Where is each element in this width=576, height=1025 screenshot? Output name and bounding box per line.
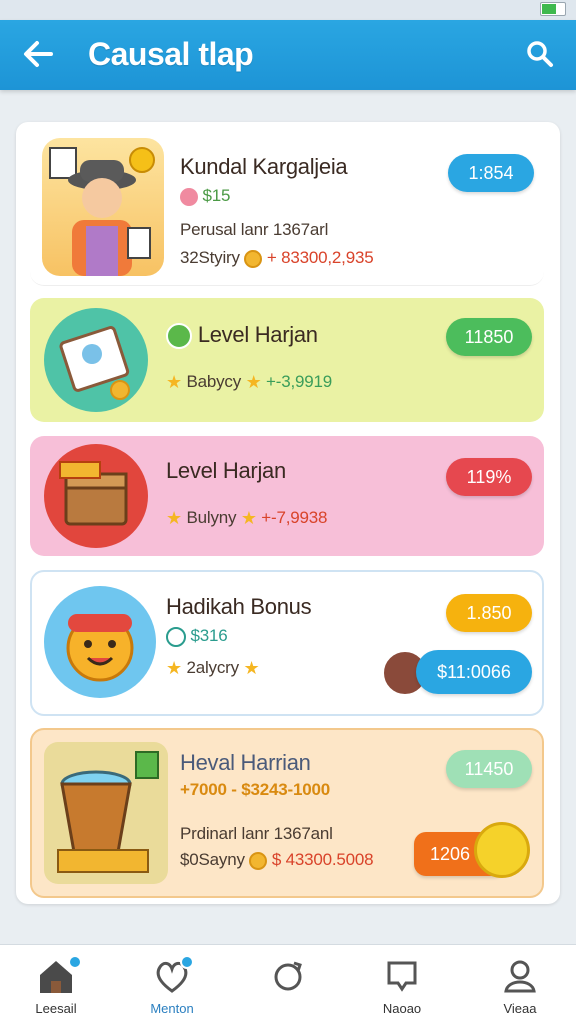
bottom-navigation: Leesail Menton Naoao Vieaa: [0, 944, 576, 1025]
item-description: Perusal lanr 1367arl: [180, 220, 329, 239]
item-description: Prdinarl lanr 1367anl: [180, 824, 333, 843]
list-item[interactable]: Level Harjan ★ Babycy ★ +-3,9919 11850: [30, 298, 544, 422]
value-badge[interactable]: 119%: [446, 458, 532, 496]
heart-icon: [180, 187, 198, 206]
nav-item-messages[interactable]: Naoao: [352, 957, 452, 1016]
bunny-coin-icon: [474, 822, 530, 878]
worker-character-image: [42, 138, 164, 276]
treasure-chest-image: [44, 444, 148, 548]
item-title: Level Harjan: [166, 458, 286, 483]
item-stats: ★ 2alycry ★: [166, 658, 260, 679]
heart-check-icon: [152, 955, 194, 995]
item-reward: $15: [180, 186, 230, 206]
nav-item-profile[interactable]: Vieaa: [470, 957, 570, 1016]
task-list-panel: Kundal Kargaljeia $15 Perusal lanr 1367a…: [16, 122, 560, 904]
clock-icon: [166, 626, 186, 647]
app-bar: Causal tlap: [0, 20, 576, 90]
value-badge[interactable]: 1:854: [448, 154, 534, 192]
star-icon: ★: [240, 508, 257, 529]
back-arrow-icon: [24, 41, 53, 67]
search-icon: [527, 41, 553, 67]
item-title: Heval Harrian: [180, 750, 311, 775]
list-item[interactable]: Level Harjan ★ Bulyny ★ +-7,9938 119%: [30, 436, 544, 556]
list-item[interactable]: Kundal Kargaljeia $15 Perusal lanr 1367a…: [30, 130, 544, 286]
star-icon: ★: [245, 372, 262, 393]
value-badge[interactable]: 11850: [446, 318, 532, 356]
level-icon: [166, 323, 192, 350]
nav-item-home[interactable]: Leesail: [6, 955, 106, 1016]
item-stats: ★ Babycy ★ +-3,9919: [166, 372, 333, 393]
back-button[interactable]: [18, 34, 58, 74]
refresh-icon: [268, 957, 308, 995]
status-bar: [0, 0, 576, 20]
star-icon: ★: [166, 508, 182, 529]
item-stats: $0Sayny $ 43300.5008: [180, 850, 374, 870]
value-badge[interactable]: 11450: [446, 750, 532, 788]
message-icon: [382, 957, 422, 995]
bucket-image: [44, 742, 168, 884]
item-reward: $316: [166, 626, 228, 647]
reward-button[interactable]: $11:0066: [416, 650, 532, 694]
home-icon: [36, 955, 82, 995]
item-title: Hadikah Bonus: [166, 594, 312, 619]
profile-icon: [500, 957, 540, 995]
item-stats: ★ Bulyny ★ +-7,9938: [166, 508, 328, 529]
list-item[interactable]: Hadikah Bonus $316 ★ 2alycry ★ 1.850 $11…: [30, 570, 544, 716]
book-image: [44, 308, 148, 412]
search-button[interactable]: [520, 34, 560, 74]
nav-item-refresh[interactable]: [238, 957, 338, 1001]
page-title: Causal tlap: [88, 36, 254, 72]
coin-icon: [249, 851, 268, 870]
list-item[interactable]: Heval Harrian +7000 - $3243-1000 Prdinar…: [30, 728, 544, 898]
nav-item-menton[interactable]: Menton: [122, 955, 222, 1016]
value-badge[interactable]: 1.850: [446, 594, 532, 632]
star-icon: ★: [166, 658, 182, 679]
battery-icon: [540, 2, 566, 16]
star-icon: ★: [243, 658, 260, 679]
star-icon: ★: [166, 372, 182, 393]
item-stats: 32Styiry + 83300,2,935: [180, 248, 374, 268]
item-title: Kundal Kargaljeia: [180, 154, 348, 179]
item-reward: +7000 - $3243-1000: [180, 780, 331, 799]
coin-icon: [244, 249, 263, 268]
item-title: Level Harjan: [166, 322, 318, 350]
cat-character-image: [44, 586, 156, 698]
